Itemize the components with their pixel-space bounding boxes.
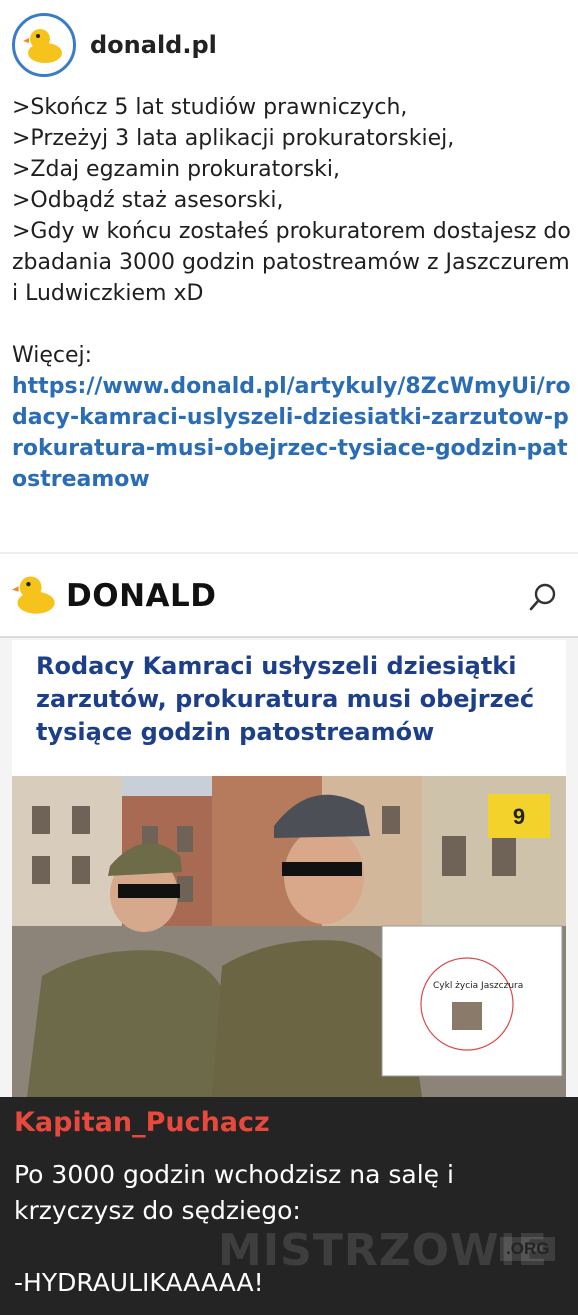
comment-block: Kapitan_Puchacz Po 3000 godzin wchodzisz… [0,1097,578,1315]
article-card[interactable]: Rodacy Kamraci usłyszeli dziesiątki zarz… [12,640,566,1097]
comment-author[interactable]: Kapitan_Puchacz [14,1107,270,1138]
more-label: Więcej: [12,343,93,368]
post-header: donald.pl [12,12,217,78]
site-brand: DONALD [66,578,217,614]
post-line: >Przeżyj 3 lata aplikacji prokuratorskie… [12,126,455,151]
watermark-suffix: .ORG [500,1237,556,1261]
duck-icon [23,29,62,63]
watermark: MISTRZOWIE [218,1225,549,1276]
author-avatar[interactable] [12,13,76,77]
link-preview[interactable]: DONALD Rodacy Kamraci usłyszeli dziesiąt… [0,556,578,1097]
article-title[interactable]: Rodacy Kamraci usłyszeli dziesiątki zarz… [36,650,546,749]
divider [0,552,578,554]
site-header: DONALD [0,556,578,638]
search-icon[interactable] [528,582,558,612]
article-photo: Cykl życia Jaszczura 9 [12,776,566,1097]
post-line: >Gdy w końcu zostałeś prokuratorem dosta… [12,219,571,306]
duck-logo-icon [12,576,55,614]
author-name[interactable]: donald.pl [90,31,217,59]
gallery-count-badge: 9 [512,804,526,829]
post-line: >Zdaj egzamin prokuratorski, [12,157,341,182]
sign-title: Cykl życia Jaszczura [433,981,523,991]
article-link[interactable]: https://www.donald.pl/artykuly/8ZcWmyUi/… [12,371,572,495]
comment-line: Po 3000 godzin wchodzisz na salę i krzyc… [14,1160,454,1225]
post-body: >Skończ 5 lat studiów prawniczych, >Prze… [12,92,572,495]
post-line: >Odbądź staż asesorski, [12,188,284,213]
post-line: >Skończ 5 lat studiów prawniczych, [12,95,408,120]
